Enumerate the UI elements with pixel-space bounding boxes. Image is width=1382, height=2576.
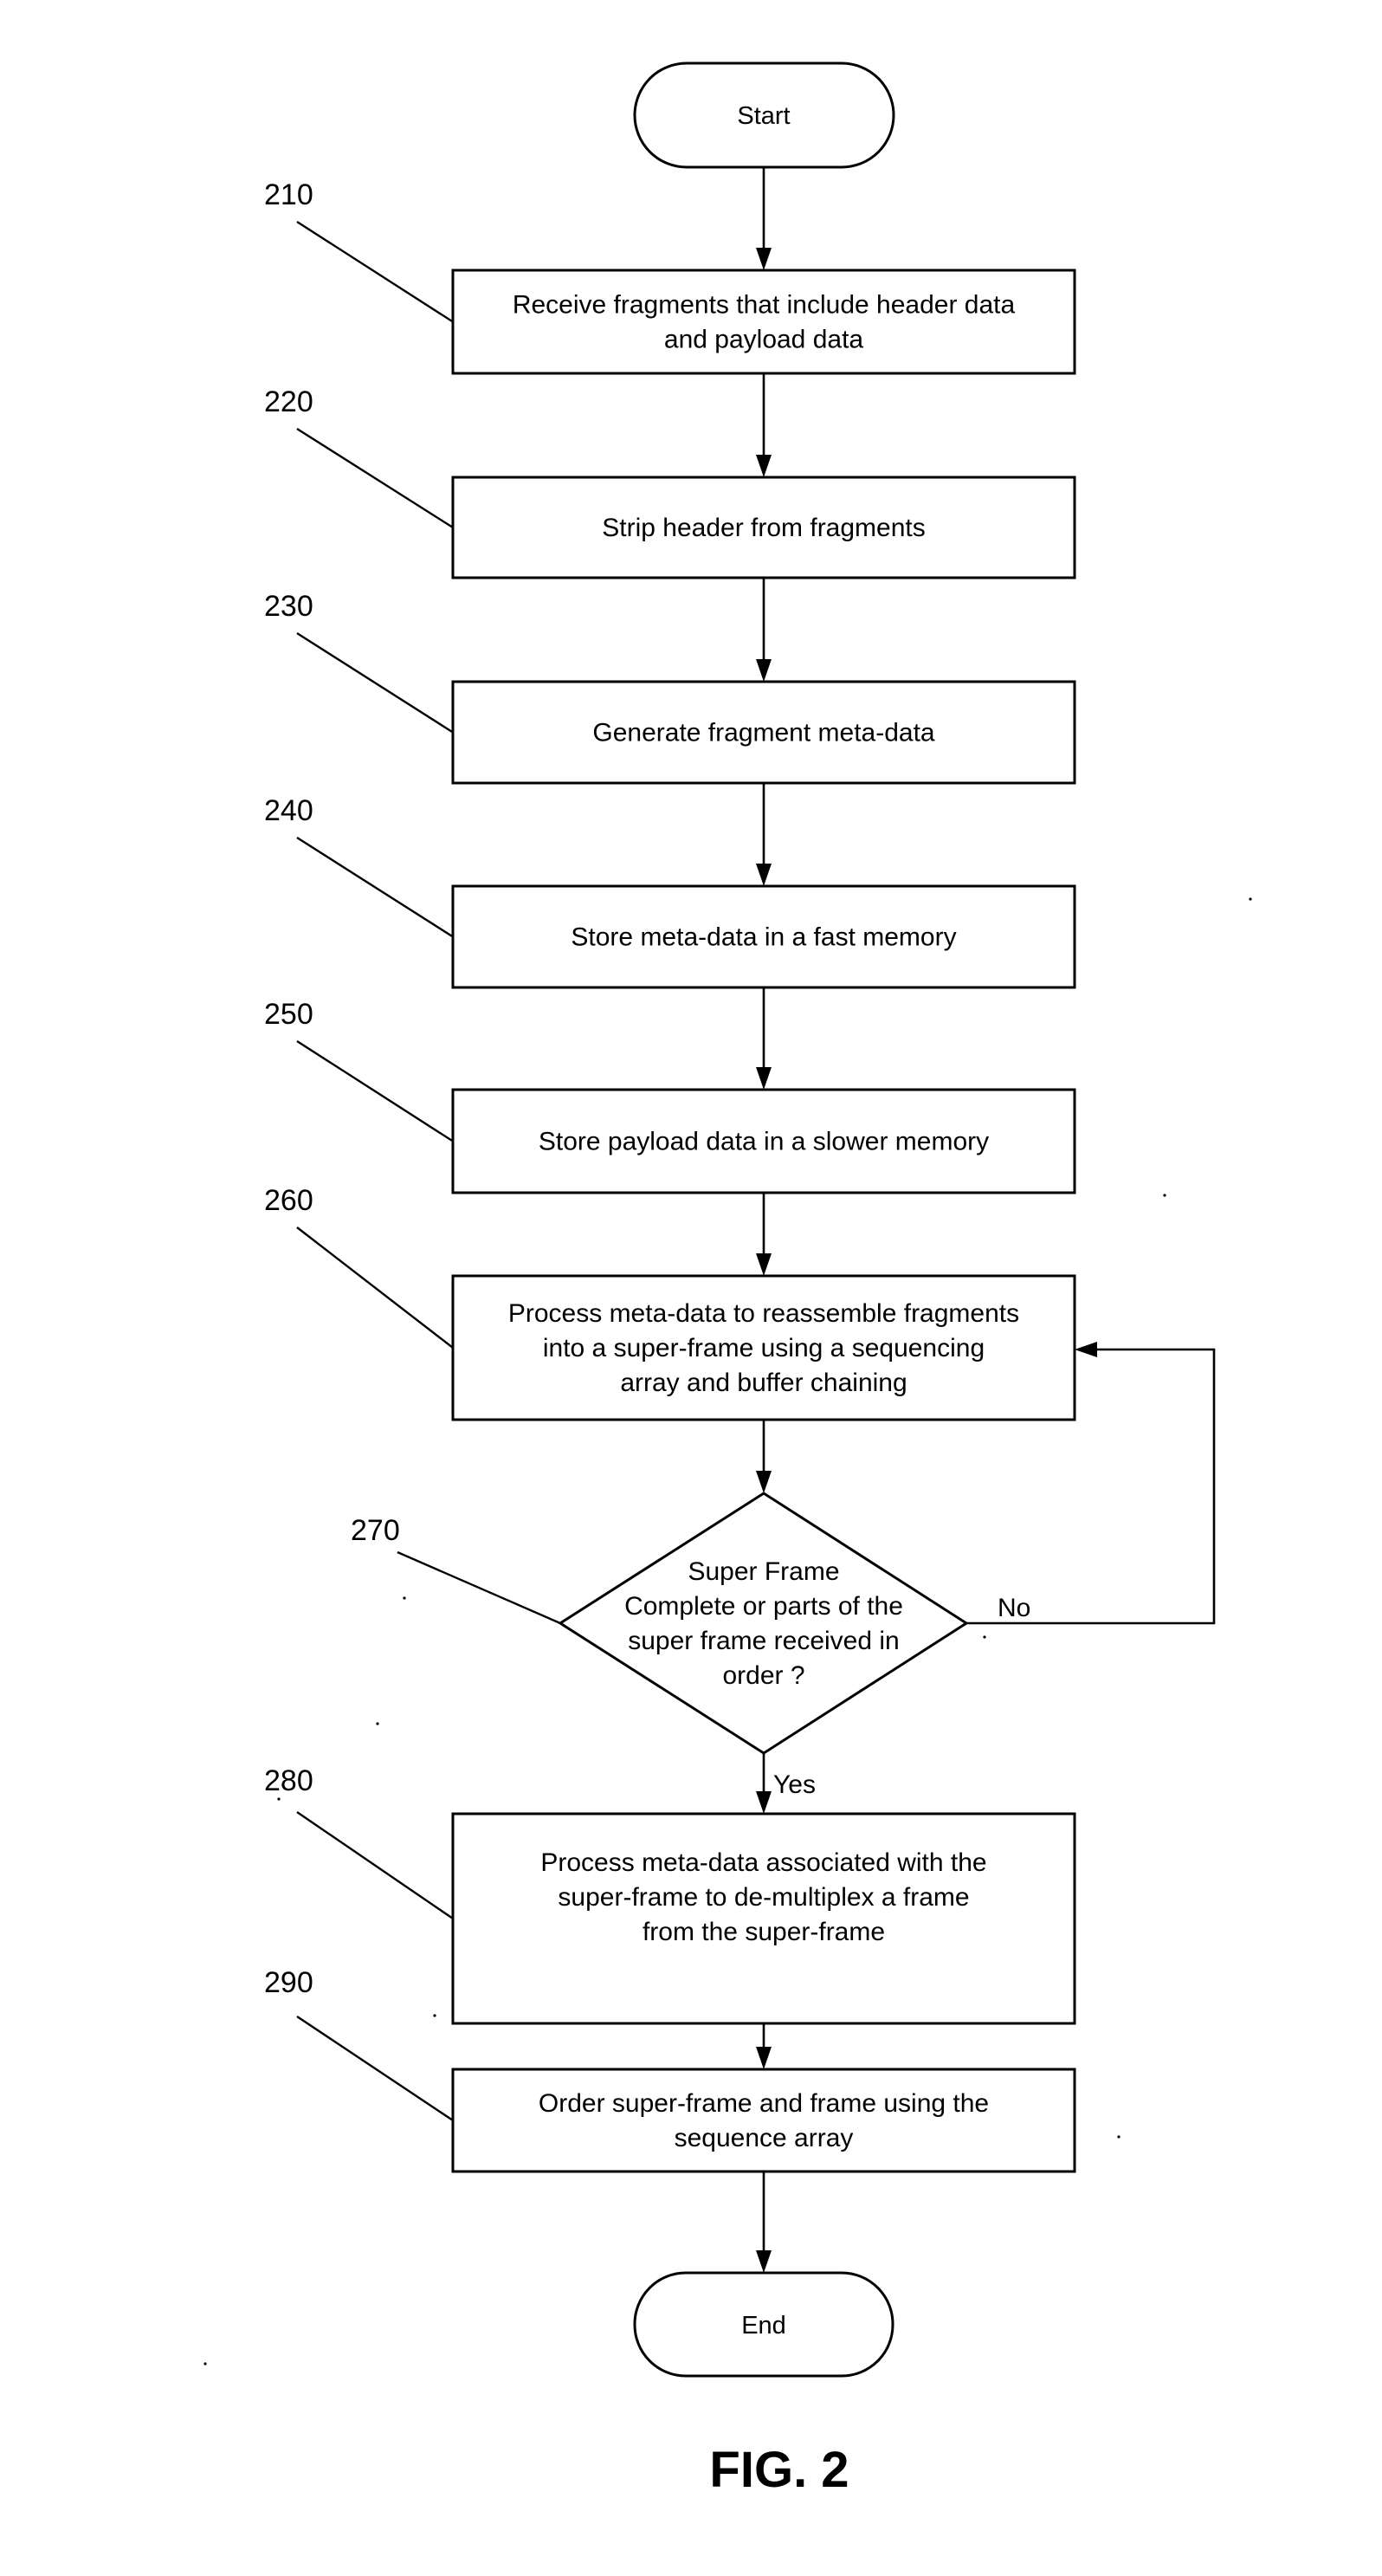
no-branch-label: No	[998, 1594, 1030, 1622]
end-label: End	[741, 2312, 786, 2340]
process-step-text-line: Order super-frame and frame using the	[539, 2089, 989, 2118]
arrow-220-to-next-arrowhead	[756, 659, 772, 682]
arrow-260-to-270-arrowhead	[756, 1471, 772, 1493]
process-step-290: Order super-frame and frame using the seq…	[451, 2068, 1076, 2173]
scan-speck	[376, 1722, 379, 1725]
process-step-text-line: Store meta-data in a fast memory	[571, 923, 956, 952]
scan-speck	[1163, 1194, 1166, 1197]
arrow-290-to-end-arrowhead	[756, 2250, 772, 2273]
arrow-280-to-290-arrowhead	[756, 2047, 772, 2069]
process-step-230: Generate fragment meta-data	[451, 680, 1076, 785]
process-step-text-line: and payload data	[664, 326, 864, 354]
step-250-leader-line	[296, 1039, 454, 1142]
step-280-ref-number: 280	[264, 1764, 313, 1797]
arrow-210-to-next-arrowhead	[756, 455, 772, 477]
decision-text-line: super frame received in	[628, 1627, 899, 1655]
process-step-260: Process meta-data to reassemble fragment…	[451, 1274, 1076, 1421]
process-step-280: Process meta-data associated with the sup…	[451, 1812, 1076, 2025]
arrow-yes-to-280-arrowhead	[756, 1791, 772, 1814]
scan-speck	[983, 1635, 986, 1639]
process-step-210: Receive fragments that include header da…	[451, 269, 1076, 375]
step-250-ref-number: 250	[264, 998, 313, 1031]
no-loop-arrowhead	[1075, 1342, 1097, 1357]
process-step-text-line: array and buffer chaining	[620, 1369, 907, 1397]
scan-speck	[1117, 2135, 1120, 2139]
decision-270-ref-number: 270	[351, 1514, 400, 1547]
process-step-text-line: from the super-frame	[643, 1918, 885, 1946]
scan-speck	[1249, 897, 1252, 901]
process-step-text-line: Process meta-data to reassemble fragment…	[508, 1299, 1019, 1328]
step-290-leader-line	[296, 2016, 454, 2121]
step-210-ref-number: 210	[264, 178, 313, 211]
decision-text-line: Super Frame	[688, 1557, 839, 1586]
process-box	[451, 2068, 1076, 2173]
step-230-ref-number: 230	[264, 590, 313, 623]
step-240-ref-number: 240	[264, 794, 313, 827]
scan-speck	[203, 2362, 207, 2366]
process-step-text-line: Receive fragments that include header da…	[513, 291, 1016, 320]
process-step-text-line: super-frame to de-multiplex a frame	[558, 1883, 969, 1912]
start-label: Start	[737, 102, 790, 130]
end-terminal: End	[633, 2271, 894, 2378]
figure-caption: FIG. 2	[709, 2442, 849, 2498]
scan-speck	[433, 2014, 436, 2017]
process-step-text-line: Store payload data in a slower memory	[539, 1128, 989, 1156]
decision-diamond	[558, 1492, 969, 1755]
process-step-250: Store payload data in a slower memory	[451, 1088, 1076, 1194]
decision-270: Super Frame Complete or parts of the super…	[558, 1492, 969, 1755]
step-260-leader-line	[296, 1227, 454, 1349]
flowchart-canvas: Start Receive fragments that include head…	[203, 61, 1252, 2498]
step-210-leader-line	[296, 220, 454, 323]
step-260-ref-number: 260	[264, 1184, 313, 1217]
process-step-240: Store meta-data in a fast memory	[451, 884, 1076, 989]
scan-speck	[277, 1797, 281, 1801]
scan-speck	[403, 1596, 406, 1600]
step-220-leader-line	[296, 427, 454, 529]
decision-text-line: order ?	[722, 1661, 804, 1690]
process-step-text-line: into a super-frame using a sequencing	[543, 1334, 985, 1362]
step-240-leader-line	[296, 836, 454, 938]
process-box	[451, 269, 1076, 375]
step-220-ref-number: 220	[264, 385, 313, 418]
process-step-text-line: sequence array	[675, 2124, 854, 2152]
arrow-230-to-next-arrowhead	[756, 864, 772, 886]
arrow-240-to-next-arrowhead	[756, 1067, 772, 1090]
arrow-start-to-210-arrowhead	[756, 248, 772, 270]
process-step-text-line: Process meta-data associated with the	[540, 1848, 986, 1877]
process-step-text-line: Generate fragment meta-data	[592, 719, 935, 748]
step-280-leader-line	[296, 1811, 454, 1919]
start-terminal: Start	[633, 61, 895, 169]
process-step-text-line: Strip header from fragments	[602, 514, 926, 542]
arrow-250-to-next-arrowhead	[756, 1253, 772, 1276]
yes-branch-label: Yes	[773, 1770, 816, 1799]
step-290-ref-number: 290	[264, 1966, 313, 1999]
step-230-leader-line	[296, 631, 454, 734]
decision-270-leader-line	[397, 1550, 561, 1625]
decision-text-line: Complete or parts of the	[624, 1592, 903, 1621]
process-step-220: Strip header from fragments	[451, 476, 1076, 579]
